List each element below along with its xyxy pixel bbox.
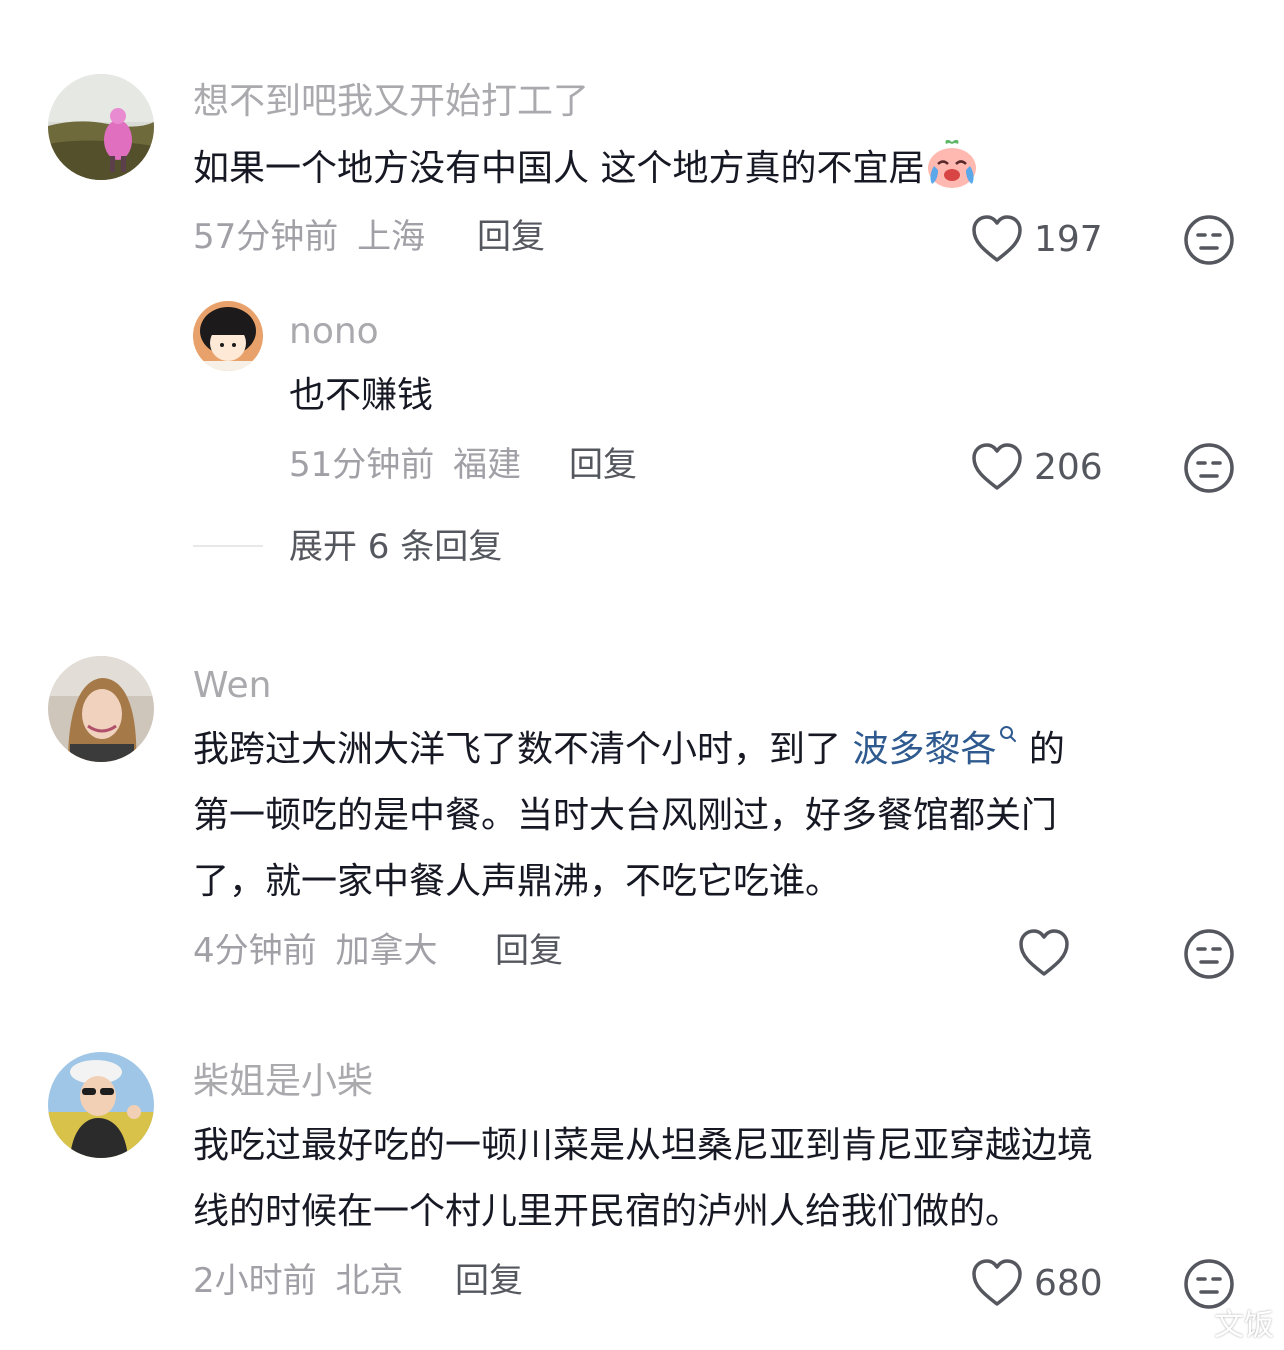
reply-button[interactable]: 回复: [455, 1264, 523, 1298]
expand-divider: [193, 545, 263, 547]
comment-text: 我吃过最好吃的一顿川菜是从坦桑尼亚到肯尼亚穿越边境 线的时候在一个村儿里开民宿的…: [193, 1113, 1093, 1245]
heart-icon[interactable]: [970, 442, 1024, 492]
comment-text-segment: 我跨过大洲大洋飞了数不清个小时，到了: [193, 729, 853, 770]
comment-text: 我跨过大洲大洋飞了数不清个小时，到了 波多黎各 的 第一顿吃的是中餐。当时大台风…: [193, 717, 1065, 915]
reply-text: 也不赚钱: [289, 375, 434, 416]
comment-text-line: 线的时候在一个村儿里开民宿的泸州人给我们做的。: [193, 1191, 1022, 1232]
like-count: 206: [1034, 447, 1103, 488]
avatar[interactable]: [48, 1052, 154, 1158]
avatar[interactable]: [48, 74, 154, 180]
dislike-face-icon[interactable]: [1183, 928, 1235, 980]
avatar[interactable]: [48, 656, 154, 762]
comment-username[interactable]: Wen: [193, 668, 271, 704]
comment-text-line: 了，就一家中餐人声鼎沸，不吃它吃谁。: [193, 861, 842, 902]
like-count: 197: [1034, 219, 1103, 260]
search-link[interactable]: 波多黎各: [852, 726, 1017, 770]
reply-location: 福建: [453, 445, 522, 485]
heart-icon[interactable]: [1017, 928, 1071, 978]
avatar[interactable]: [193, 301, 263, 371]
dislike-face-icon[interactable]: [1183, 214, 1235, 266]
comment-username[interactable]: 想不到吧我又开始打工了: [193, 84, 589, 120]
comment-meta: 57分钟前 上海: [193, 220, 425, 254]
comment-text-line: 如果一个地方没有中国人 这个地方真的不宜居: [193, 148, 925, 189]
comment-time: 57分钟前: [193, 217, 339, 257]
reply-username[interactable]: nono: [289, 314, 379, 350]
watermark: 文饭: [1214, 1308, 1274, 1343]
like-count: 680: [1034, 1263, 1103, 1304]
expand-replies-button[interactable]: 展开 6 条回复: [289, 530, 502, 564]
comment-text-segment: 的: [1017, 729, 1065, 770]
heart-icon[interactable]: [970, 1258, 1024, 1308]
comment-text: 如果一个地方没有中国人 这个地方真的不宜居: [193, 136, 980, 202]
comment-text-line: 我跨过大洲大洋飞了数不清个小时，到了 波多黎各 的: [193, 717, 1065, 783]
search-link-text[interactable]: 波多黎各: [852, 729, 996, 770]
heart-icon[interactable]: [970, 214, 1024, 264]
comment-text-line: 我吃过最好吃的一顿川菜是从坦桑尼亚到肯尼亚穿越边境: [193, 1125, 1094, 1166]
comment-time: 4分钟前: [193, 931, 317, 971]
comment-meta: 2小时前 北京: [193, 1264, 403, 1298]
reply-time: 51分钟前: [289, 445, 435, 485]
reply-meta: 51分钟前 福建: [289, 448, 521, 482]
comment-time: 2小时前: [193, 1261, 317, 1301]
search-icon[interactable]: [999, 725, 1017, 743]
comment-meta: 4分钟前 加拿大: [193, 934, 437, 968]
comment-location: 北京: [335, 1261, 404, 1301]
comment-username[interactable]: 柴姐是小柴: [193, 1064, 373, 1100]
comment-text-line: 第一顿吃的是中餐。当时大台风刚过，好多餐馆都关门: [193, 795, 1058, 836]
reply-button[interactable]: 回复: [477, 220, 545, 254]
dislike-face-icon[interactable]: [1183, 442, 1235, 494]
comment-location: 上海: [357, 217, 426, 257]
reply-button[interactable]: 回复: [495, 934, 563, 968]
comment-location: 加拿大: [335, 931, 438, 971]
crying-laughing-emoji-icon: [924, 136, 980, 192]
reply-button[interactable]: 回复: [569, 448, 637, 482]
